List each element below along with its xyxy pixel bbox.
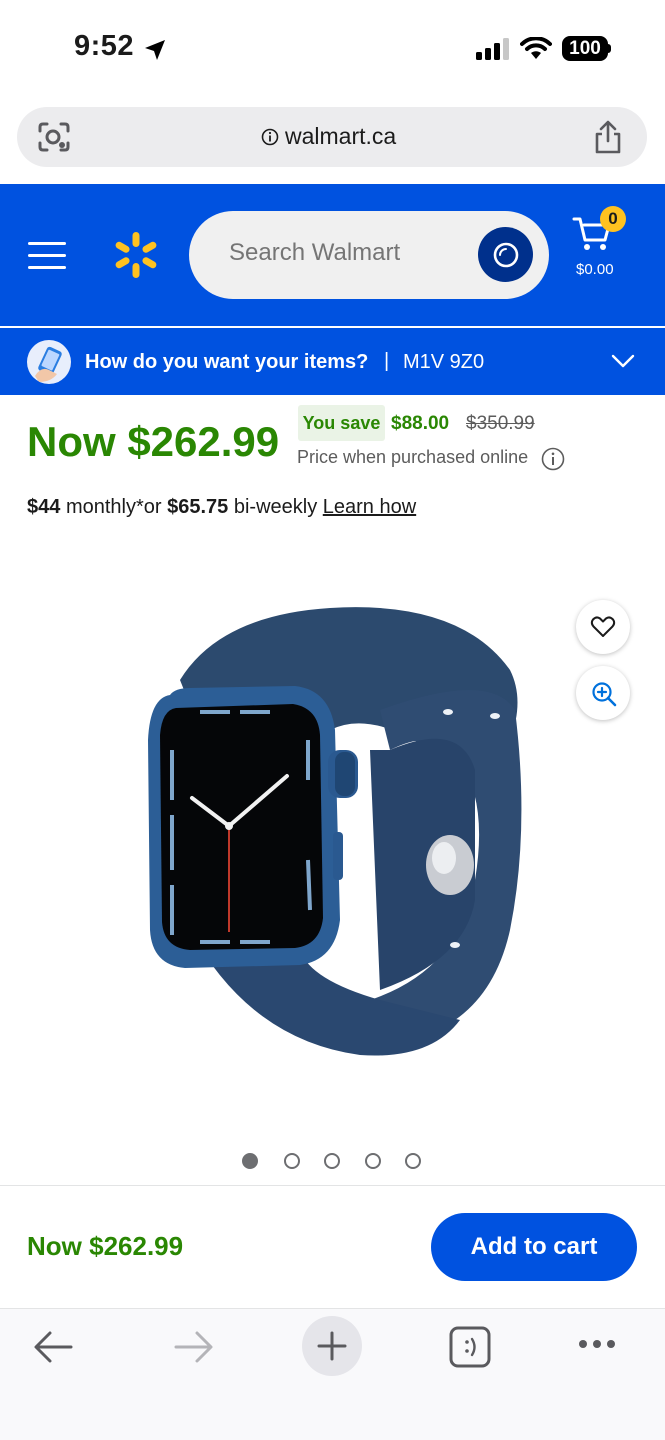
hamburger-menu-icon[interactable] xyxy=(28,242,66,270)
back-arrow-icon[interactable] xyxy=(33,1329,75,1365)
delivery-question: How do you want your items? xyxy=(85,351,369,373)
walmart-spark-logo-icon[interactable] xyxy=(112,230,160,280)
sticky-price: Now $262.99 xyxy=(27,1231,184,1261)
info-icon[interactable] xyxy=(541,447,565,471)
carousel-dot[interactable] xyxy=(242,1153,258,1169)
carousel-dot[interactable] xyxy=(405,1153,421,1169)
cart-total: $0.00 xyxy=(576,261,614,278)
you-save-badge: You save xyxy=(298,405,385,441)
location-arrow-icon xyxy=(145,40,165,60)
learn-how-link[interactable]: Learn how xyxy=(323,496,416,518)
battery-indicator: 100 xyxy=(562,36,608,61)
biweekly-amount: $65.75 xyxy=(167,496,229,518)
current-price: Now $262.99 xyxy=(27,418,280,465)
add-to-cart-button[interactable]: Add to cart xyxy=(431,1213,637,1281)
url-text[interactable]: walmart.ca xyxy=(285,123,396,150)
financing-text: $44 monthly*or $65.75 bi-weekly Learn ho… xyxy=(27,496,416,519)
new-tab-button[interactable] xyxy=(302,1316,362,1376)
carousel-pagination xyxy=(242,1153,422,1173)
save-amount: $88.00 xyxy=(391,413,450,434)
monthly-text: monthly*or xyxy=(65,496,162,518)
cart-button[interactable]: 0 $0.00 xyxy=(572,206,632,284)
wifi-icon xyxy=(520,37,552,59)
zoom-button[interactable] xyxy=(576,666,630,720)
battery-nub xyxy=(607,44,611,53)
site-info-icon[interactable] xyxy=(261,128,279,146)
browser-toolbar xyxy=(0,1308,665,1440)
site-header: 0 $0.00 xyxy=(0,184,665,326)
plus-icon xyxy=(317,1331,347,1361)
carousel-dot[interactable] xyxy=(284,1153,300,1169)
search-button[interactable] xyxy=(478,227,533,282)
price-note: Price when purchased online xyxy=(297,447,529,467)
share-icon[interactable] xyxy=(592,119,624,155)
forward-arrow-icon[interactable] xyxy=(172,1329,214,1365)
cellular-signal-icon xyxy=(476,38,509,60)
delivery-separator: | xyxy=(384,350,390,372)
address-bar[interactable]: walmart.ca xyxy=(17,107,647,167)
product-image[interactable] xyxy=(130,600,530,1070)
tabs-icon[interactable] xyxy=(448,1325,492,1369)
divider xyxy=(0,1185,665,1186)
was-price: $350.99 xyxy=(466,413,535,434)
search-icon xyxy=(493,242,519,268)
carousel-dot[interactable] xyxy=(365,1153,381,1169)
search-box[interactable] xyxy=(189,211,549,299)
heart-icon xyxy=(590,616,616,637)
delivery-selector[interactable]: How do you want your items? | M1V 9Z0 xyxy=(0,328,665,395)
status-time: 9:52 xyxy=(74,30,135,62)
visual-search-icon[interactable] xyxy=(37,121,71,153)
biweekly-text: bi-weekly xyxy=(233,496,318,518)
delivery-illustration-icon xyxy=(27,340,71,384)
postal-code: M1V 9Z0 xyxy=(403,351,485,373)
status-bar: 9:52 100 xyxy=(0,0,665,96)
monthly-amount: $44 xyxy=(27,496,61,518)
chevron-down-icon[interactable] xyxy=(611,353,635,369)
carousel-dot[interactable] xyxy=(324,1153,340,1169)
more-options-icon[interactable] xyxy=(576,1337,618,1351)
favorite-button[interactable] xyxy=(576,600,630,654)
zoom-in-icon xyxy=(592,682,617,707)
cart-count-badge: 0 xyxy=(600,206,626,232)
search-input[interactable] xyxy=(229,239,469,267)
